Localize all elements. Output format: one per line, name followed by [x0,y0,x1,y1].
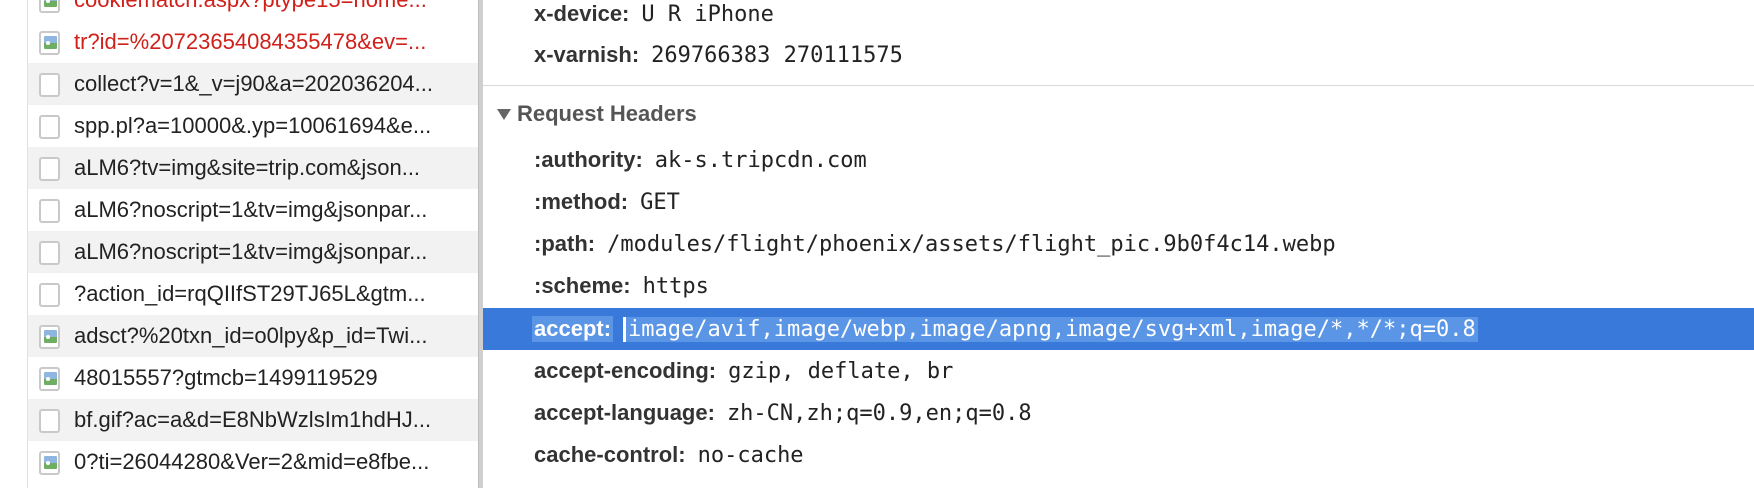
request-row[interactable]: aLM6?tv=img&site=trip.com&json... [28,147,478,189]
request-list-pane: cookiematch.aspx?ptype15=home... tr?id=%… [0,0,478,488]
request-header-row[interactable]: accept-language: zh-CN,zh;q=0.9,en;q=0.8 [483,392,1754,434]
headers-detail-pane: x-device: U R iPhone x-varnish: 26976638… [483,0,1754,488]
header-key: :authority: [534,147,643,172]
header-key: cache-control: [534,442,686,467]
request-name: 48015557?gtmcb=1499119529 [74,365,378,390]
section-divider [483,85,1754,86]
request-list: cookiematch.aspx?ptype15=home... tr?id=%… [28,0,478,483]
request-row[interactable]: bf.gif?ac=a&d=E8NbWzlsIm1hdHJ... [28,399,478,441]
document-file-icon [39,283,60,307]
image-file-icon [39,325,60,349]
request-header-row[interactable]: :path: /modules/flight/phoenix/assets/fl… [483,223,1754,265]
header-value: gzip, deflate, br [728,358,954,384]
image-file-icon [39,0,60,13]
request-header-row[interactable]: accept-encoding: gzip, deflate, br [483,350,1754,392]
request-name: tr?id=%20723654084355478&ev=... [74,29,427,54]
request-row[interactable]: cookiematch.aspx?ptype15=home... [28,0,478,21]
image-file-icon [39,367,60,391]
response-header-row[interactable]: x-varnish: 269766383 270111575 [483,34,1754,76]
header-value: no-cache [697,442,804,468]
request-name: spp.pl?a=10000&.yp=10061694&e... [74,113,432,138]
request-header-row[interactable]: :method: GET [483,181,1754,223]
header-value: GET [640,189,680,215]
request-name: cookiematch.aspx?ptype15=home... [74,0,468,21]
header-value: image/avif,image/webp,image/apng,image/s… [623,316,1478,342]
request-name: aLM6?noscript=1&tv=img&jsonpar... [74,239,428,264]
request-row[interactable]: tr?id=%20723654084355478&ev=... [28,21,478,63]
request-headers-section-toggle[interactable]: Request Headers [483,93,697,135]
header-value: zh-CN,zh;q=0.9,en;q=0.8 [726,400,1032,426]
request-name: adsct?%20txn_id=o0lpy&p_id=Twi... [74,323,428,348]
header-value: /modules/flight/phoenix/assets/flight_pi… [607,231,1336,257]
document-file-icon [39,199,60,223]
header-key: x-varnish: [534,42,640,67]
request-name: bf.gif?ac=a&d=E8NbWzlsIm1hdHJ... [74,407,432,432]
document-file-icon [39,115,60,139]
request-row[interactable]: aLM6?noscript=1&tv=img&jsonpar... [28,189,478,231]
header-key: :path: [534,231,596,256]
header-key: accept-language: [534,400,715,425]
request-header-row-selected[interactable]: accept: image/avif,image/webp,image/apng… [483,308,1754,350]
request-row[interactable]: aLM6?noscript=1&tv=img&jsonpar... [28,231,478,273]
header-value: 269766383 270111575 [651,42,903,68]
document-file-icon [39,241,60,265]
image-file-icon [39,451,60,475]
request-name: aLM6?tv=img&site=trip.com&json... [74,155,421,180]
request-name: aLM6?noscript=1&tv=img&jsonpar... [74,197,428,222]
list-gutter [0,0,28,488]
header-key: :method: [534,189,629,214]
triangle-down-icon [497,108,511,120]
request-name: 0?ti=26044280&Ver=2&mid=e8fbe... [74,449,430,474]
header-value: U R iPhone [641,1,774,27]
response-header-row[interactable]: x-device: U R iPhone [483,0,1754,35]
header-key: accept-encoding: [534,358,717,383]
image-file-icon [39,31,60,55]
request-header-row[interactable]: cache-control: no-cache [483,434,1754,476]
document-file-icon [39,157,60,181]
header-key: accept: [532,316,614,342]
request-row[interactable]: adsct?%20txn_id=o0lpy&p_id=Twi... [28,315,478,357]
request-row[interactable]: spp.pl?a=10000&.yp=10061694&e... [28,105,478,147]
request-header-row[interactable]: :authority: ak-s.tripcdn.com [483,139,1754,181]
header-value: https [642,273,709,299]
request-row[interactable]: 0?ti=26044280&Ver=2&mid=e8fbe... [28,441,478,483]
document-file-icon [39,73,60,97]
request-row[interactable]: collect?v=1&_v=j90&a=202036204... [28,63,478,105]
request-header-row[interactable]: :scheme: https [483,265,1754,307]
request-name: collect?v=1&_v=j90&a=202036204... [74,71,434,96]
request-row[interactable]: ?action_id=rqQIIfST29TJ65L&gtm... [28,273,478,315]
document-file-icon [39,409,60,433]
request-name: ?action_id=rqQIIfST29TJ65L&gtm... [74,281,426,306]
request-row[interactable]: 48015557?gtmcb=1499119529 [28,357,478,399]
header-key: x-device: [534,1,630,26]
header-key: :scheme: [534,273,631,298]
header-value: ak-s.tripcdn.com [654,147,867,173]
section-title: Request Headers [517,101,697,126]
